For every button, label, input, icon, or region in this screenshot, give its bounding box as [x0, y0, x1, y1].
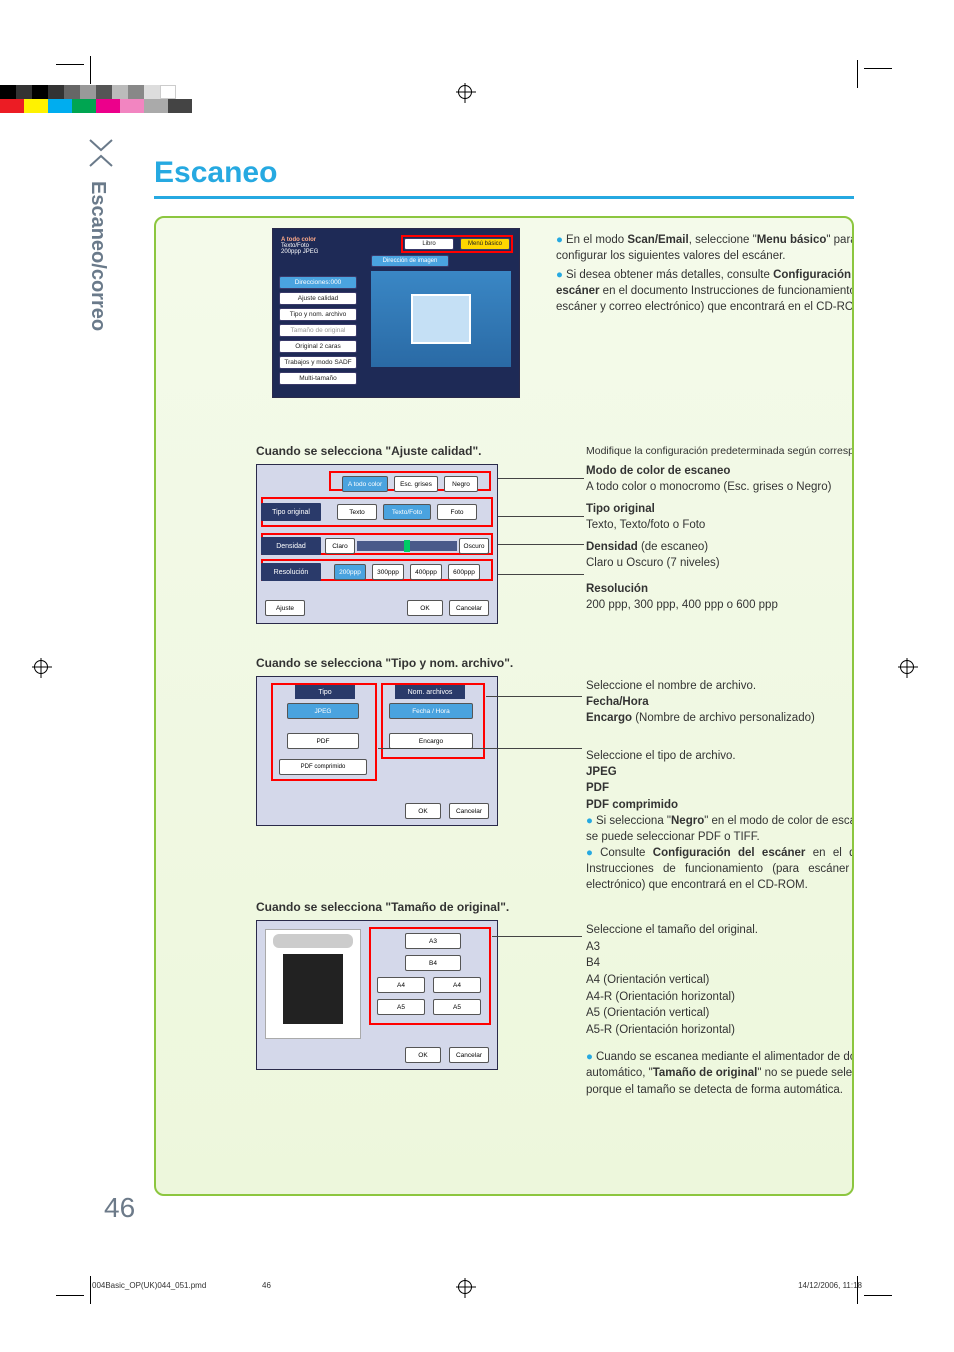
btn-a4r[interactable]: A4: [433, 977, 481, 993]
scan-preview: [371, 271, 511, 367]
btn-grayscale[interactable]: Esc. grises: [394, 476, 438, 492]
registration-mark-right: [900, 660, 914, 674]
bw-registration-blocks: [0, 85, 954, 99]
crop-mark: [90, 56, 91, 84]
btn-direccion-imagen[interactable]: Dirección de imagen: [371, 255, 449, 267]
btn-texto-foto[interactable]: Texto/Foto: [383, 504, 431, 520]
print-footer: 004Basic_OP(UK)044_051.pmd 46 14/12/2006…: [92, 1281, 862, 1290]
crop-mark: [90, 1276, 91, 1304]
btn-black[interactable]: Negro: [444, 476, 478, 492]
btn-b4[interactable]: B4: [405, 955, 461, 971]
size-heading: Cuando se selecciona "Tamaño de original…: [256, 900, 854, 914]
scan-status-block: A todo color Texto/Foto 200ppp JPEG: [279, 235, 359, 273]
size-description: Seleccione el tamaño del original. A3 B4…: [586, 922, 854, 1099]
btn-300ppp[interactable]: 300ppp: [372, 564, 404, 580]
btn-ajuste[interactable]: Ajuste: [265, 600, 305, 616]
btn-ok-size[interactable]: OK: [405, 1047, 441, 1063]
crop-mark: [864, 68, 892, 69]
label-tipo-original: Tipo original: [261, 503, 321, 521]
crop-mark: [56, 1295, 84, 1296]
scan-email-icon: [86, 136, 116, 170]
btn-texto[interactable]: Texto: [337, 504, 377, 520]
btn-200ppp[interactable]: 200ppp: [334, 564, 366, 580]
btn-oscuro[interactable]: Oscuro: [459, 538, 489, 554]
btn-cancel-size[interactable]: Cancelar: [449, 1047, 489, 1063]
registration-mark-left: [34, 660, 48, 674]
content-panel: A todo color Texto/Foto 200ppp JPEG Dire…: [154, 216, 854, 1196]
file-description: Seleccione el nombre de archivo. Fecha/H…: [586, 678, 854, 893]
page-number: 46: [104, 1192, 135, 1224]
btn-pdf[interactable]: PDF: [287, 733, 359, 749]
btn-jpeg[interactable]: JPEG: [287, 703, 359, 719]
btn-ok[interactable]: OK: [407, 600, 443, 616]
btn-pdf-comp[interactable]: PDF comprimido: [279, 759, 367, 775]
intro-text: ●En el modo Scan/Email, seleccione "Menu…: [556, 232, 854, 315]
menu-2caras[interactable]: Original 2 caras: [279, 340, 357, 353]
btn-a3[interactable]: A3: [405, 933, 461, 949]
title-underline: [154, 196, 854, 199]
menu-multitamano[interactable]: Multi-tamaño: [279, 372, 357, 385]
btn-cancel-file[interactable]: Cancelar: [449, 803, 489, 819]
original-preview: [265, 929, 361, 1039]
btn-encargo[interactable]: Encargo: [389, 733, 473, 749]
file-screenshot: Tipo Nom. archivos JPEG Fecha / Hora PDF…: [256, 676, 498, 826]
btn-foto[interactable]: Foto: [437, 504, 477, 520]
btn-menu-basico[interactable]: Menú básico: [460, 238, 510, 250]
file-heading: Cuando se selecciona "Tipo y nom. archiv…: [256, 656, 854, 670]
menu-ajuste-calidad[interactable]: Ajuste calidad: [279, 292, 357, 305]
btn-a5[interactable]: A5: [377, 999, 425, 1015]
btn-600ppp[interactable]: 600ppp: [448, 564, 480, 580]
label-densidad: Densidad: [261, 537, 321, 555]
section-tab-label: Escaneo/correo: [86, 179, 109, 459]
btn-a5r[interactable]: A5: [433, 999, 481, 1015]
label-resolucion: Resolución: [261, 563, 321, 581]
section-tab: Escaneo/correo: [86, 136, 126, 416]
btn-400ppp[interactable]: 400ppp: [410, 564, 442, 580]
menu-tamano[interactable]: Tamaño de original: [279, 324, 357, 337]
btn-claro[interactable]: Claro: [325, 538, 355, 554]
crop-mark: [864, 1295, 892, 1296]
crop-mark: [857, 60, 858, 88]
menu-direcciones[interactable]: Direcciones:000: [279, 276, 357, 289]
registration-mark-top: [458, 85, 472, 99]
quality-description: Modifique la configuración predeterminad…: [586, 444, 854, 613]
quality-screenshot: A todo color Esc. grises Negro Tipo orig…: [256, 464, 498, 624]
basic-menu-screenshot: A todo color Texto/Foto 200ppp JPEG Dire…: [272, 228, 520, 398]
btn-fecha-hora[interactable]: Fecha / Hora: [389, 703, 473, 719]
btn-ok-file[interactable]: OK: [405, 803, 441, 819]
btn-a4[interactable]: A4: [377, 977, 425, 993]
density-slider[interactable]: [357, 541, 457, 551]
crop-mark: [56, 64, 84, 65]
menu-sadf[interactable]: Trabajos y modo SADF: [279, 356, 357, 369]
btn-full-color[interactable]: A todo color: [342, 476, 388, 492]
size-screenshot: A3 B4 A4 A4 A5 A5 OK Cancelar: [256, 920, 498, 1070]
menu-tipo-nom[interactable]: Tipo y nom. archivo: [279, 308, 357, 321]
btn-cancelar[interactable]: Cancelar: [449, 600, 489, 616]
btn-libro[interactable]: Libro: [404, 238, 454, 250]
page-title: Escaneo: [154, 156, 277, 190]
